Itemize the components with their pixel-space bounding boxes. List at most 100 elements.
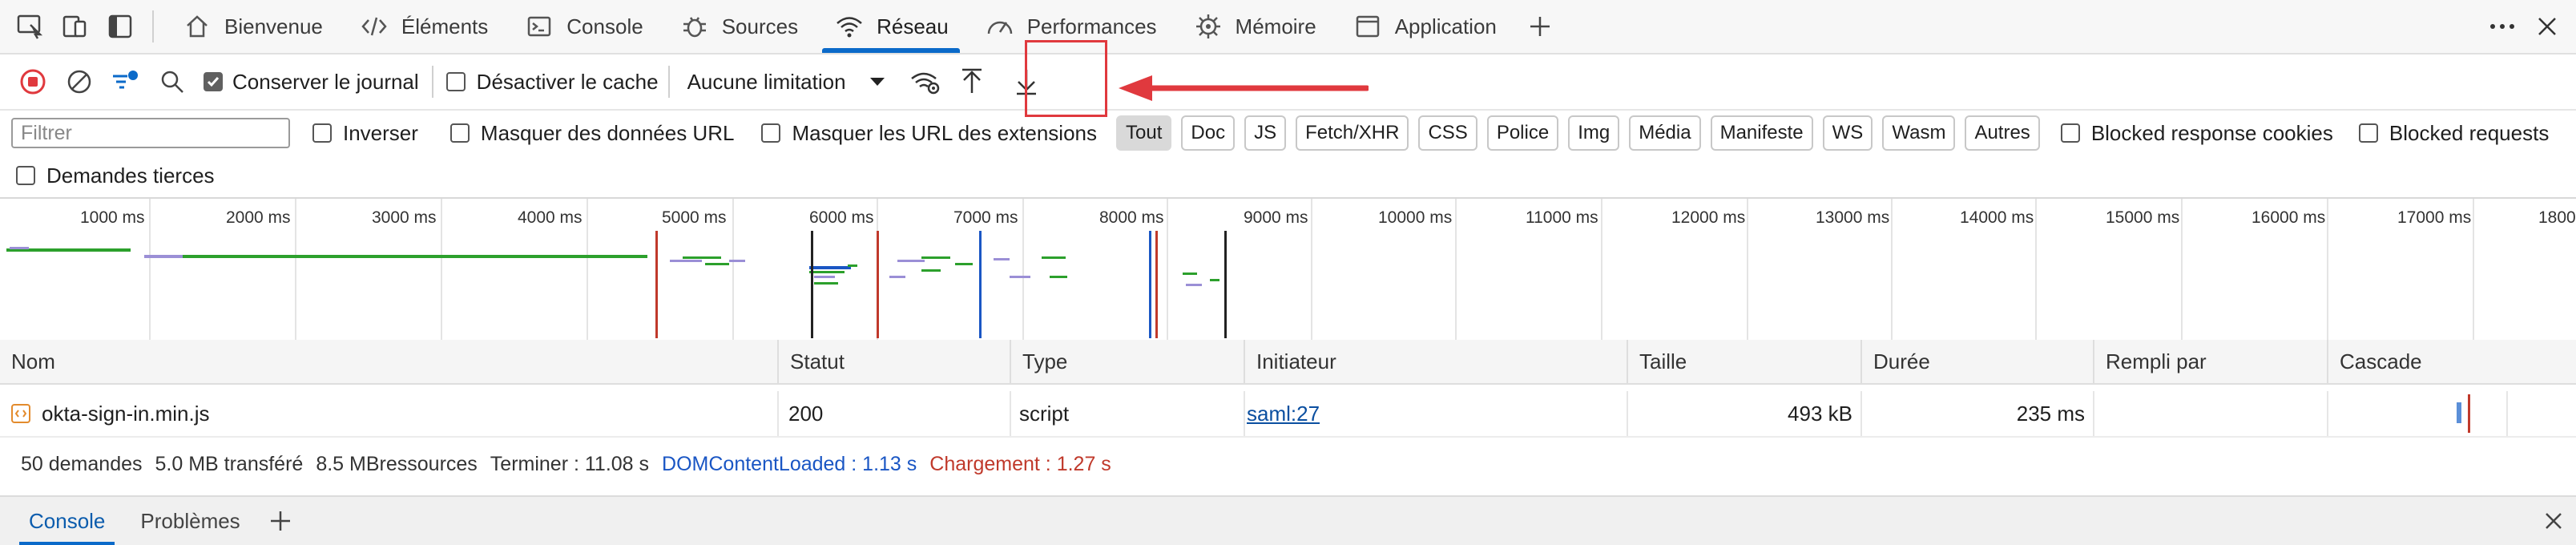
import-har-icon[interactable] <box>949 59 995 105</box>
hide-extension-urls-label: Masquer les URL des extensions <box>792 120 1098 145</box>
home-icon <box>181 10 213 42</box>
chevron-down-icon <box>869 78 885 86</box>
table-row[interactable]: okta-sign-in.min.js 200 script saml:27 4… <box>0 391 2576 438</box>
blocked-requests-label: Blocked requests <box>2389 120 2550 145</box>
drawer-close-icon[interactable] <box>2531 499 2576 543</box>
tab-elements[interactable]: Éléments <box>341 0 506 53</box>
blocked-cookies-label: Blocked response cookies <box>2090 120 2333 145</box>
network-overview[interactable]: 1000 ms 2000 ms 3000 ms 4000 ms 5000 ms … <box>0 197 2576 341</box>
tab-label: Bienvenue <box>224 14 323 38</box>
type-filter-all[interactable]: Tout <box>1116 115 1172 151</box>
separator <box>152 10 154 42</box>
code-icon <box>358 10 390 42</box>
tab-label: Performances <box>1026 14 1157 38</box>
tab-bienvenue[interactable]: Bienvenue <box>163 0 341 53</box>
invert-label: Inverser <box>343 120 418 145</box>
add-drawer-tab-icon[interactable] <box>258 499 303 543</box>
add-tab-icon[interactable] <box>1518 4 1562 49</box>
chip-icon <box>1192 10 1224 42</box>
bug-icon <box>679 10 711 42</box>
tab-reseau[interactable]: Réseau <box>816 0 966 53</box>
tab-label: Éléments <box>401 14 489 38</box>
window-icon <box>1352 10 1384 42</box>
type-filter-manifest[interactable]: Manifeste <box>1710 115 1813 151</box>
type-filter-doc[interactable]: Doc <box>1181 115 1236 151</box>
filter-placeholder: Filtrer <box>21 121 72 144</box>
filter-input[interactable]: Filtrer <box>11 118 290 148</box>
hide-data-urls-checkbox[interactable] <box>449 123 470 143</box>
column-filled-by[interactable]: Rempli par <box>2093 340 2327 383</box>
type-filter-wasm[interactable]: Wasm <box>1882 115 1956 151</box>
column-status[interactable]: Statut <box>777 340 1010 383</box>
throttling-value: Aucune limitation <box>687 69 846 94</box>
drawer-tab-bar: Console Problèmes <box>0 495 2576 545</box>
column-initiator[interactable]: Initiateur <box>1244 340 1627 383</box>
dock-side-icon[interactable] <box>98 4 143 49</box>
disable-cache-checkbox[interactable] <box>445 72 466 91</box>
tab-application[interactable]: Application <box>1334 0 1514 53</box>
filter-toggle-icon[interactable] <box>103 59 149 105</box>
tab-label: Mémoire <box>1235 14 1316 38</box>
devtools-tab-bar: Bienvenue Éléments Console Sources Résea… <box>0 0 2576 54</box>
column-name[interactable]: Nom <box>0 340 777 383</box>
inspect-element-icon[interactable] <box>8 4 53 49</box>
preserve-log-label: Conserver le journal <box>232 69 419 94</box>
tab-label: Réseau <box>877 14 949 38</box>
drawer-tab-problems[interactable]: Problèmes <box>123 497 257 545</box>
cell-status: 200 <box>788 401 824 426</box>
tab-memoire[interactable]: Mémoire <box>1175 0 1334 53</box>
status-summary: 50 demandes 5.0 MB transféré 8.5 MBresso… <box>0 446 2576 482</box>
request-name: okta-sign-in.min.js <box>42 401 210 426</box>
column-type[interactable]: Type <box>1010 340 1244 383</box>
disable-cache-label: Désactiver le cache <box>476 69 659 94</box>
wifi-icon <box>833 10 865 42</box>
type-filter-font[interactable]: Police <box>1486 115 1559 151</box>
initiator-link[interactable]: saml:27 <box>1247 391 1615 436</box>
type-filter-js[interactable]: JS <box>1244 115 1287 151</box>
drawer-tab-console[interactable]: Console <box>11 497 123 545</box>
type-filter-media[interactable]: Média <box>1629 115 1701 151</box>
cell-name: okta-sign-in.min.js <box>11 391 772 436</box>
close-devtools-icon[interactable] <box>2525 4 2570 49</box>
network-conditions-icon[interactable] <box>902 59 949 105</box>
cell-size: 493 kB <box>1788 401 1852 426</box>
type-filter-fetch-xhr[interactable]: Fetch/XHR <box>1296 115 1409 151</box>
hide-data-urls-label: Masquer des données URL <box>480 120 735 145</box>
summary-resources: 8.5 MBressources <box>316 452 478 475</box>
type-filter-img[interactable]: Img <box>1568 115 1620 151</box>
throttling-select[interactable]: Aucune limitation <box>679 65 894 99</box>
invert-checkbox[interactable] <box>312 123 332 143</box>
column-waterfall[interactable]: Cascade <box>2327 340 2576 383</box>
type-filter-ws[interactable]: WS <box>1822 115 1873 151</box>
hide-extension-urls-checkbox[interactable] <box>761 123 781 143</box>
tab-label: Console <box>566 14 643 38</box>
cell-duration: 235 ms <box>2016 401 2085 426</box>
type-filter-other[interactable]: Autres <box>1965 115 2040 151</box>
filter-bar: Filtrer Inverser Masquer des données URL… <box>0 109 2576 157</box>
summary-finish: Terminer : 11.08 s <box>490 452 650 475</box>
search-icon[interactable] <box>149 59 196 105</box>
tab-label: Sources <box>721 14 799 38</box>
tab-sources[interactable]: Sources <box>661 0 816 53</box>
column-size[interactable]: Taille <box>1627 340 1860 383</box>
overview-waterfall <box>6 231 1227 338</box>
blocked-requests-checkbox[interactable] <box>2358 123 2378 143</box>
annotation-arrow-icon <box>1119 75 1369 101</box>
preserve-log-checkbox[interactable] <box>204 72 223 91</box>
cell-filled-by <box>2093 391 2317 436</box>
record-stop-button[interactable] <box>10 59 56 105</box>
clear-button[interactable] <box>56 59 103 105</box>
more-options-icon[interactable] <box>2480 4 2525 49</box>
column-duration[interactable]: Durée <box>1860 340 2093 383</box>
tab-console[interactable]: Console <box>506 0 660 53</box>
third-party-checkbox[interactable] <box>16 166 35 185</box>
blocked-cookies-checkbox[interactable] <box>2060 123 2080 143</box>
separator <box>431 66 433 98</box>
device-toolbar-icon[interactable] <box>53 4 98 49</box>
annotation-highlight-box <box>1025 40 1107 117</box>
third-party-row: Demandes tierces <box>0 157 215 194</box>
summary-load: Chargement : 1.27 s <box>929 452 1111 475</box>
tab-label: Application <box>1394 14 1497 38</box>
script-file-icon <box>11 404 30 423</box>
type-filter-css[interactable]: CSS <box>1418 115 1477 151</box>
